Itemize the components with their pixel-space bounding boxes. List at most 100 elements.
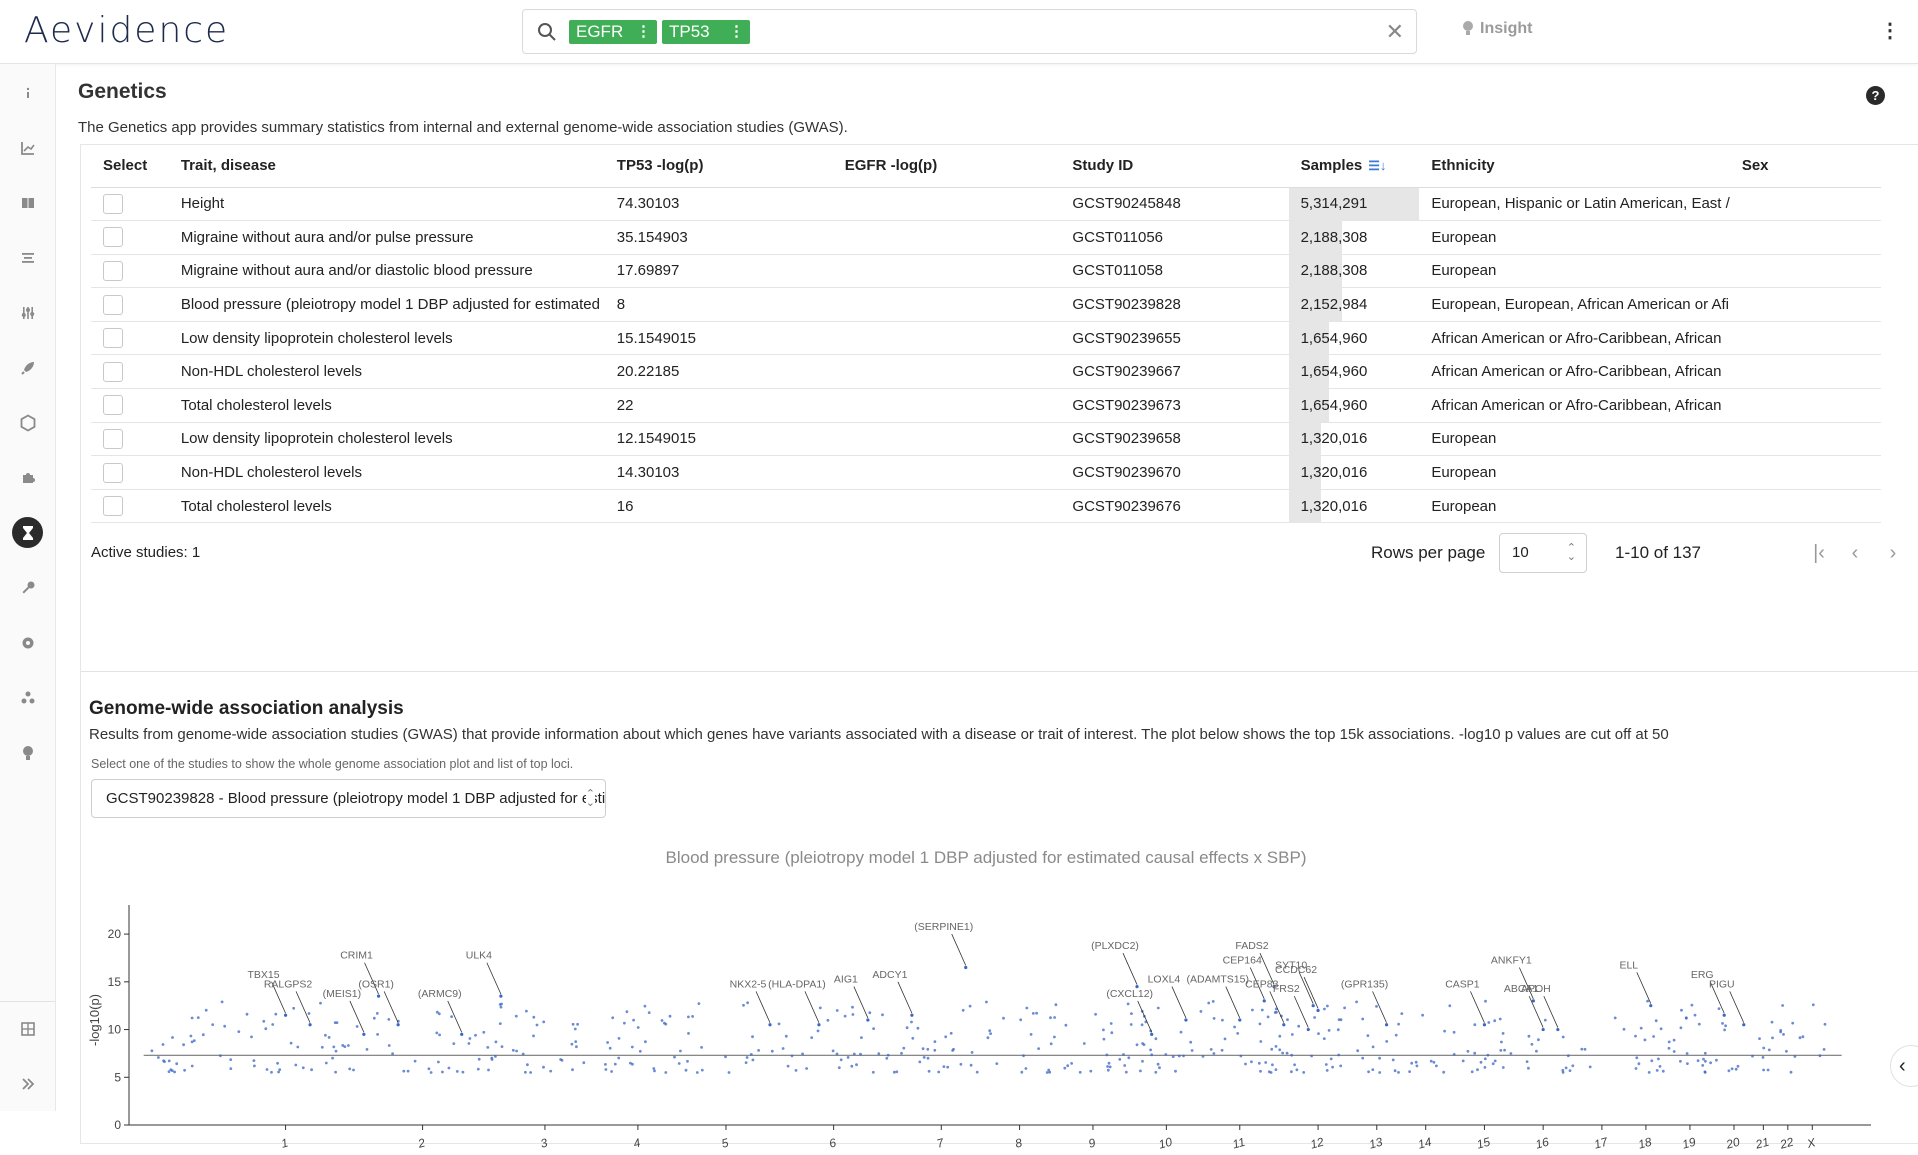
row-checkbox[interactable] <box>103 260 123 281</box>
table-row[interactable]: Height 74.30103 GCST90245848 5,314,291 Europ… <box>91 187 1881 222</box>
association-point <box>781 1047 785 1050</box>
chip-menu-icon[interactable]: ⋮ <box>636 20 651 44</box>
association-point <box>855 1063 858 1067</box>
association-point <box>189 1034 193 1038</box>
column-header-trait[interactable]: Trait, disease <box>168 145 605 188</box>
gene-annotation-label: (ARMC9) <box>418 988 462 1000</box>
association-point <box>1211 1000 1215 1003</box>
sidebar-item-bulb[interactable] <box>12 737 43 768</box>
sex-cell <box>1729 388 1881 423</box>
more-menu-icon[interactable]: ⋮ <box>1880 18 1900 43</box>
association-point <box>1442 1070 1446 1074</box>
row-checkbox[interactable] <box>103 395 123 416</box>
row-checkbox[interactable] <box>103 462 123 483</box>
sort-desc-icon[interactable]: ☰↓ <box>1368 158 1386 173</box>
association-point <box>372 1016 376 1020</box>
sidebar-item-genetics[interactable] <box>12 517 43 548</box>
annotated-point <box>768 1023 772 1027</box>
chromosome-label: 20 <box>1724 1135 1742 1152</box>
study-id-cell: GCST90239655 <box>1060 321 1289 356</box>
samples-cell: 1,654,960 <box>1288 388 1420 423</box>
association-point <box>1801 1035 1805 1039</box>
annotated-point <box>376 994 381 998</box>
association-point <box>467 1042 471 1045</box>
row-checkbox[interactable] <box>103 496 123 517</box>
sidebar-item-grid[interactable] <box>12 1013 43 1044</box>
association-point <box>1693 1013 1697 1017</box>
sidebar-item-key[interactable] <box>12 572 43 603</box>
association-point <box>500 1045 504 1048</box>
column-header-egfr[interactable]: EGFR -log(p) <box>832 145 1061 188</box>
tp53-cell: 17.69897 <box>604 254 833 289</box>
close-icon[interactable]: ✕ <box>1386 19 1404 45</box>
row-checkbox[interactable] <box>103 193 123 214</box>
sidebar-item-sliders[interactable] <box>12 297 43 328</box>
sidebar-item-align[interactable] <box>12 242 43 273</box>
association-point <box>1293 1063 1296 1067</box>
gene-chip-tp53[interactable]: TP53 ⋮ <box>662 20 750 44</box>
association-point <box>571 1022 575 1026</box>
table-row[interactable]: Blood pressure (pleiotropy model 1 DBP a… <box>91 287 1881 322</box>
sidebar-item-settings[interactable] <box>12 627 43 658</box>
sidebar-item-chart[interactable] <box>12 132 43 163</box>
trait-cell: Low density lipoprotein cholesterol leve… <box>168 422 605 457</box>
table-row[interactable]: Migraine without aura and/or pulse press… <box>91 220 1881 255</box>
gene-chip-egfr[interactable]: EGFR ⋮ <box>569 20 657 44</box>
association-point <box>937 1070 941 1074</box>
sidebar-item-hexagon[interactable] <box>12 407 43 438</box>
column-header-samples[interactable]: Samples ☰↓ <box>1288 145 1420 188</box>
table-row[interactable]: Migraine without aura and/or diastolic b… <box>91 254 1881 289</box>
row-checkbox[interactable] <box>103 227 123 248</box>
column-header-study-id[interactable]: Study ID <box>1060 145 1289 188</box>
insight-button[interactable]: Insight <box>1462 20 1532 38</box>
study-id-cell: GCST90239828 <box>1060 287 1289 322</box>
sidebar-item-puzzle[interactable] <box>12 462 43 493</box>
sidebar-expand-button[interactable] <box>12 1068 43 1099</box>
annotation-leader <box>1269 991 1285 1023</box>
sidebar-item-book[interactable] <box>12 187 43 218</box>
search-bar[interactable]: EGFR ⋮ TP53 ⋮ ✕ <box>522 9 1417 54</box>
column-header-tp53[interactable]: TP53 -log(p) <box>604 145 833 188</box>
association-point <box>1484 999 1487 1003</box>
first-page-button[interactable]: |‹ <box>1805 539 1833 567</box>
sidebar-item-molecule[interactable] <box>12 682 43 713</box>
table-row[interactable]: Total cholesterol levels 22 GCST90239673 1,… <box>91 388 1881 423</box>
row-checkbox[interactable] <box>103 428 123 449</box>
table-row[interactable]: Total cholesterol levels 16 GCST90239676 1,… <box>91 489 1881 524</box>
study-select[interactable]: GCST90239828 - Blood pressure (pleiotrop… <box>91 779 606 818</box>
row-checkbox[interactable] <box>103 294 123 315</box>
association-point <box>921 1047 925 1051</box>
association-point <box>1702 1057 1705 1061</box>
column-header-sex[interactable]: Sex <box>1729 145 1881 188</box>
association-point <box>573 1027 577 1031</box>
table-row[interactable]: Low density lipoprotein cholesterol leve… <box>91 321 1881 356</box>
next-page-button[interactable]: › <box>1879 539 1907 567</box>
table-row[interactable]: Non-HDL cholesterol levels 20.22185 GCST90… <box>91 354 1881 390</box>
association-point <box>1053 1016 1056 1019</box>
ethnicity-cell: European, Hispanic or Latin American, Ea… <box>1419 187 1730 222</box>
help-icon[interactable]: ? <box>1866 86 1885 105</box>
rows-per-page-select[interactable]: 10 ⌃ ⌄ <box>1499 533 1587 573</box>
association-point <box>606 1041 609 1044</box>
column-header-ethnicity[interactable]: Ethnicity <box>1419 145 1730 188</box>
association-point <box>1561 1035 1565 1039</box>
chip-menu-icon[interactable]: ⋮ <box>729 20 744 44</box>
sidebar-item-rocket[interactable] <box>12 352 43 383</box>
chromosome-label: 8 <box>1013 1135 1023 1150</box>
row-checkbox[interactable] <box>103 361 123 382</box>
association-point <box>892 1070 896 1074</box>
association-point <box>751 1058 755 1062</box>
association-point <box>744 1061 748 1064</box>
association-point <box>1770 1020 1774 1024</box>
table-row[interactable]: Low density lipoprotein cholesterol leve… <box>91 422 1881 457</box>
prev-page-button[interactable]: ‹ <box>1841 539 1869 567</box>
sidebar-item-info[interactable] <box>12 77 43 108</box>
association-point <box>1326 1004 1329 1008</box>
gene-annotation-label: (PLXDC2) <box>1091 940 1139 952</box>
sidebar-divider <box>0 1001 55 1002</box>
row-checkbox[interactable] <box>103 328 123 349</box>
association-point <box>1723 1028 1726 1032</box>
table-row[interactable]: Non-HDL cholesterol levels 14.30103 GCST90… <box>91 455 1881 490</box>
association-point <box>1659 1027 1663 1031</box>
app-logo[interactable]: Aevidence <box>24 10 229 51</box>
